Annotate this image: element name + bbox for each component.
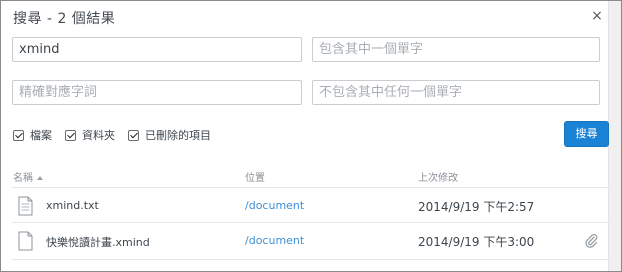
files-label: 檔案 bbox=[30, 129, 52, 142]
result-row[interactable]: xmind.txt /document 2014/9/19 下午2:57 bbox=[12, 188, 609, 224]
search-dialog: 搜尋 - 2 個結果 × 檔案 資料夾 已刪除的項目 搜尋 名稱 位置 上次修改 bbox=[0, 0, 622, 272]
folders-label: 資料夾 bbox=[82, 129, 115, 142]
column-header-location: 位置 bbox=[245, 173, 265, 184]
result-location-link[interactable]: /document bbox=[245, 234, 304, 247]
all-words-input[interactable] bbox=[312, 37, 600, 62]
sort-ascending-icon bbox=[37, 176, 43, 180]
files-checkbox[interactable] bbox=[13, 129, 24, 141]
column-name-label: 名稱 bbox=[13, 173, 33, 184]
result-file-name[interactable]: 快樂悅讀計畫.xmind bbox=[46, 234, 150, 250]
result-location-link[interactable]: /document bbox=[245, 199, 304, 212]
result-modified-date: 2014/9/19 下午2:57 bbox=[418, 200, 535, 214]
row-divider bbox=[12, 259, 609, 260]
close-button[interactable]: × bbox=[589, 7, 605, 25]
paperclip-icon[interactable] bbox=[584, 232, 598, 248]
filter-deleted[interactable]: 已刪除的項目 bbox=[128, 127, 211, 143]
dialog-title: 搜尋 - 2 個結果 bbox=[13, 11, 116, 27]
search-button[interactable]: 搜尋 bbox=[564, 121, 609, 147]
deleted-checkbox[interactable] bbox=[128, 129, 139, 141]
result-row[interactable]: 快樂悅讀計畫.xmind /document 2014/9/19 下午3:00 bbox=[12, 223, 609, 259]
filter-folders[interactable]: 資料夾 bbox=[65, 127, 115, 143]
result-modified-date: 2014/9/19 下午3:00 bbox=[418, 235, 535, 249]
document-icon bbox=[18, 231, 33, 251]
folders-checkbox[interactable] bbox=[65, 129, 76, 141]
exact-phrase-input[interactable] bbox=[12, 80, 302, 105]
scrollbar[interactable] bbox=[608, 1, 621, 271]
any-words-input[interactable] bbox=[12, 37, 302, 62]
column-header-modified: 上次修改 bbox=[418, 173, 458, 184]
filter-files[interactable]: 檔案 bbox=[13, 127, 52, 143]
result-file-name[interactable]: xmind.txt bbox=[46, 199, 99, 212]
exclude-words-input[interactable] bbox=[312, 80, 600, 105]
column-header-name[interactable]: 名稱 bbox=[13, 169, 43, 184]
filter-checkboxes: 檔案 資料夾 已刪除的項目 bbox=[13, 128, 224, 142]
document-icon bbox=[18, 196, 33, 216]
deleted-label: 已刪除的項目 bbox=[145, 129, 211, 142]
